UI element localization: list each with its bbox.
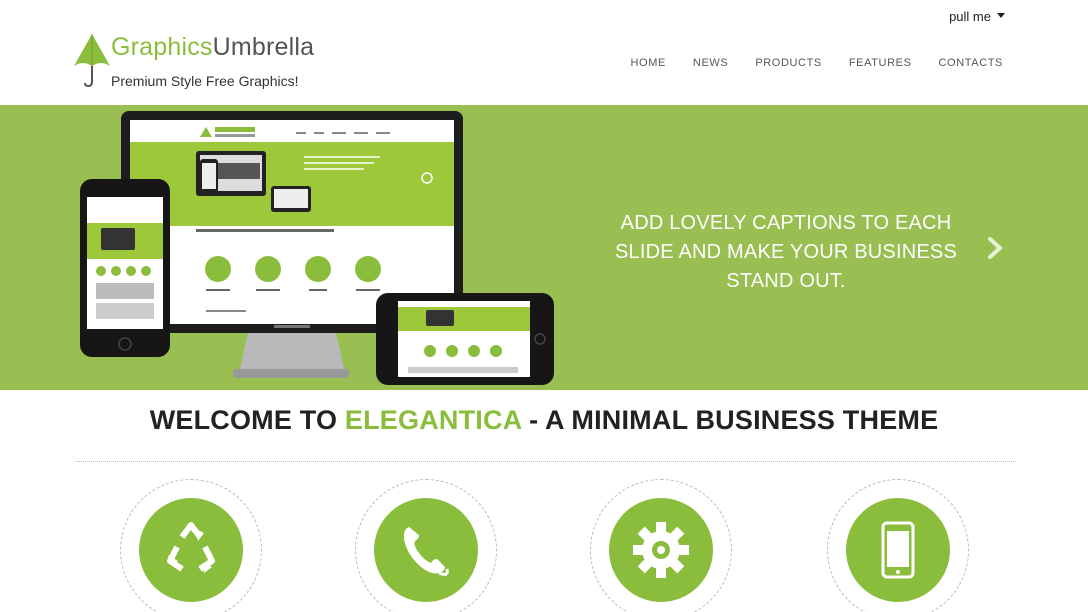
nav-contacts[interactable]: CONTACTS bbox=[939, 57, 1003, 69]
recycle-icon bbox=[167, 522, 215, 573]
welcome-accent: ELEGANTICA bbox=[344, 405, 522, 435]
gear-icon bbox=[633, 522, 689, 578]
feature-mobile[interactable] bbox=[827, 479, 969, 612]
caret-down-icon bbox=[997, 13, 1005, 18]
nav-products[interactable]: PRODUCTS bbox=[755, 57, 822, 69]
feature-gear[interactable] bbox=[590, 479, 732, 612]
pull-me-dropdown[interactable]: pull me bbox=[949, 9, 1005, 24]
nav-features[interactable]: FEATURES bbox=[849, 57, 912, 69]
feature-recycle[interactable] bbox=[120, 479, 262, 612]
feature-recycle-circle bbox=[139, 498, 243, 602]
feature-gear-circle bbox=[609, 498, 713, 602]
pull-me-label: pull me bbox=[949, 9, 991, 24]
welcome-suffix: - A MINIMAL BUSINESS THEME bbox=[521, 405, 939, 435]
slide-caption: ADD LOVELY CAPTIONS TO EACH SLIDE AND MA… bbox=[615, 212, 957, 292]
feature-phone[interactable] bbox=[355, 479, 497, 612]
feature-mobile-circle bbox=[846, 498, 950, 602]
hero-slider: ADD LOVELY CAPTIONS TO EACH SLIDE AND MA… bbox=[0, 105, 1088, 390]
logo-wordmark: GraphicsUmbrella bbox=[111, 33, 314, 62]
slider-next-arrow-icon[interactable] bbox=[984, 235, 1006, 261]
section-divider bbox=[75, 461, 1016, 462]
logo-word-umbrella: Umbrella bbox=[212, 33, 315, 61]
site-tagline: Premium Style Free Graphics! bbox=[111, 73, 299, 89]
nav-news[interactable]: NEWS bbox=[693, 57, 728, 69]
phone-icon bbox=[403, 527, 449, 576]
welcome-prefix: WELCOME TO bbox=[149, 405, 345, 435]
responsive-devices-image bbox=[80, 111, 554, 385]
nav-home[interactable]: HOME bbox=[631, 57, 666, 69]
welcome-heading: WELCOME TO ELEGANTICA - A MINIMAL BUSINE… bbox=[0, 405, 1088, 436]
feature-phone-circle bbox=[374, 498, 478, 602]
umbrella-logo-icon bbox=[74, 34, 110, 88]
right-phone-mockup bbox=[376, 293, 554, 385]
site-header: pull me GraphicsUmbrella Premium Style F… bbox=[0, 0, 1088, 105]
left-phone-mockup bbox=[80, 179, 170, 357]
site-logo[interactable]: GraphicsUmbrella Premium Style Free Grap… bbox=[72, 32, 362, 92]
main-nav: HOME NEWS PRODUCTS FEATURES CONTACTS bbox=[631, 57, 1004, 69]
mobile-icon bbox=[881, 521, 915, 579]
logo-word-graphics: Graphics bbox=[111, 33, 213, 61]
